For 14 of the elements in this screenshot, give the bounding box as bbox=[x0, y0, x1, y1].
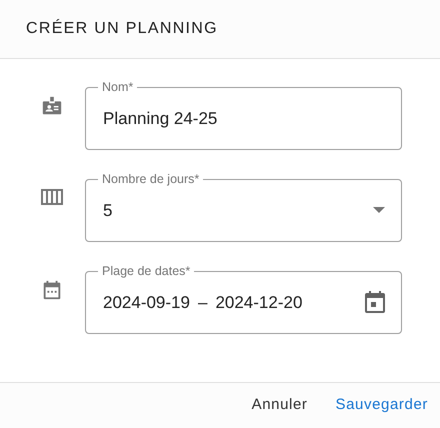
dropdown-caret-icon bbox=[373, 206, 385, 213]
field-label: Plage de dates* bbox=[101, 265, 192, 278]
field-label: Nombre de jours* bbox=[101, 173, 200, 186]
badge-icon bbox=[41, 95, 63, 117]
date-range-field[interactable]: Plage de dates* 2024-09-19 – 2024-12-20 bbox=[85, 265, 402, 334]
calendar-icon bbox=[41, 279, 63, 301]
calendar-icon[interactable] bbox=[365, 290, 385, 313]
field-label: Nom* bbox=[101, 81, 134, 94]
dialog-title: CRÉER UN PLANNING bbox=[26, 19, 218, 39]
cancel-button[interactable]: Annuler bbox=[252, 390, 308, 421]
select-field[interactable]: Nombre de jours* 5 bbox=[85, 173, 402, 242]
columns-icon bbox=[40, 187, 64, 207]
save-button[interactable]: Sauvegarder bbox=[336, 390, 428, 421]
text-field[interactable]: Nom* Planning 24-25 bbox=[85, 81, 402, 150]
